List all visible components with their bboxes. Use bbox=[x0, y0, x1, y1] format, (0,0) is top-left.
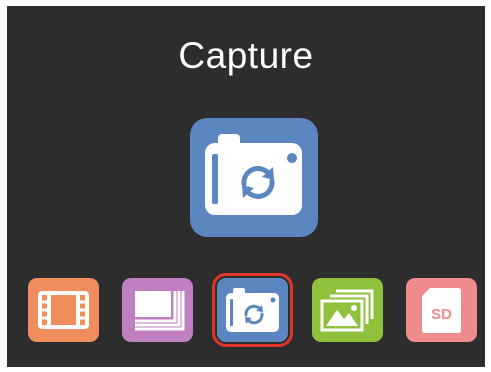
menu-item-sd-card[interactable]: SD bbox=[406, 278, 477, 342]
film-icon bbox=[28, 278, 99, 342]
camera-screen: Capture SD bbox=[7, 6, 485, 367]
gallery-icon bbox=[122, 278, 193, 342]
camera-capture-icon bbox=[217, 278, 288, 342]
sd-card-label: SD bbox=[431, 306, 452, 323]
menu-item-picture[interactable] bbox=[312, 278, 383, 342]
camera-capture-icon bbox=[190, 118, 318, 237]
screen-title: Capture bbox=[178, 35, 314, 76]
menu-item-capture[interactable] bbox=[212, 273, 293, 347]
menu-item-gallery[interactable] bbox=[122, 278, 193, 342]
picture-icon bbox=[312, 278, 383, 342]
sd-card-icon: SD bbox=[406, 278, 477, 342]
menu-item-film[interactable] bbox=[28, 278, 99, 342]
